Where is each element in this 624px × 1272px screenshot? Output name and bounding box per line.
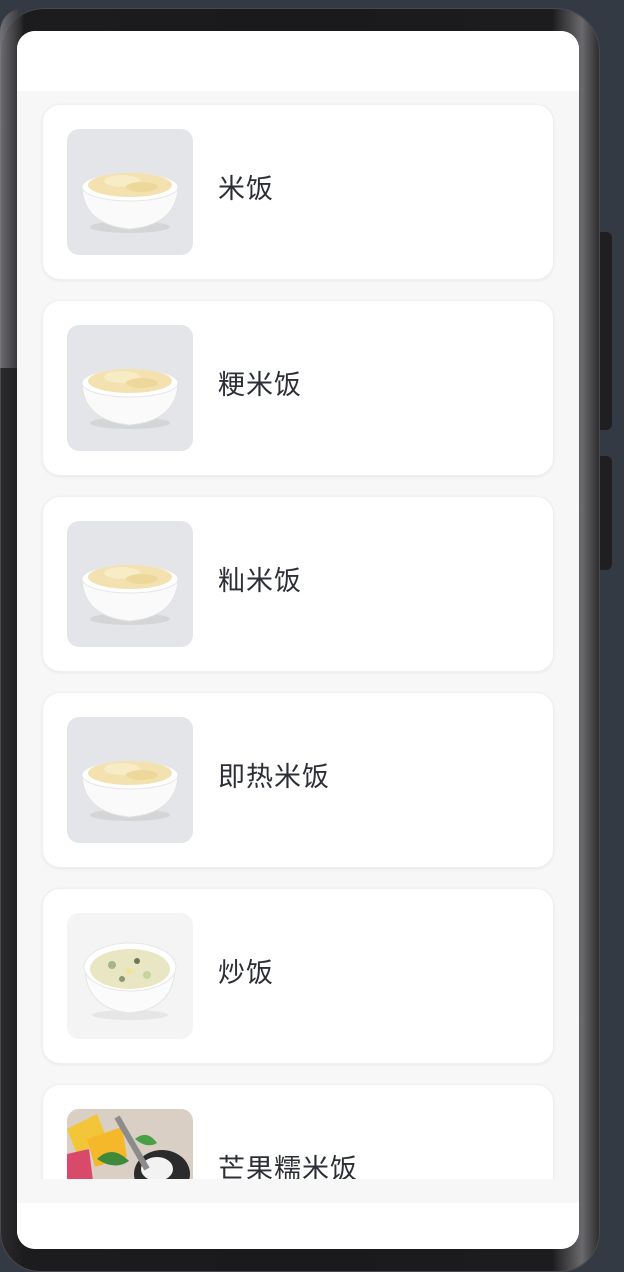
top-bar [17, 31, 579, 91]
food-card[interactable]: 芒果糯米饭 [42, 1084, 554, 1179]
list-bottom-spacer [17, 1179, 579, 1203]
rice-bowl-image [67, 717, 193, 843]
food-card[interactable]: 即热米饭 [42, 692, 554, 868]
power-button [600, 456, 612, 570]
mango-sticky-rice-image [67, 1109, 193, 1179]
rice-bowl-image [67, 325, 193, 451]
bottom-bar [17, 1203, 579, 1249]
food-list: 米饭 粳米饭 籼米饭 即热米饭 炒饭 芒果糯米饭 [42, 104, 554, 1179]
food-label: 芒果糯米饭 [218, 1154, 358, 1179]
food-card[interactable]: 籼米饭 [42, 496, 554, 672]
food-label: 炒饭 [218, 958, 274, 989]
food-label: 粳米饭 [218, 370, 302, 401]
app-screen: 米饭 粳米饭 籼米饭 即热米饭 炒饭 芒果糯米饭 [17, 31, 579, 1249]
volume-button [600, 232, 612, 430]
food-card[interactable]: 炒饭 [42, 888, 554, 1064]
food-card[interactable]: 粳米饭 [42, 300, 554, 476]
food-label: 即热米饭 [218, 762, 330, 793]
rice-bowl-image [67, 129, 193, 255]
food-list-container[interactable]: 米饭 粳米饭 籼米饭 即热米饭 炒饭 芒果糯米饭 [17, 91, 579, 1179]
rice-bowl-image [67, 521, 193, 647]
fried-rice-image [67, 913, 193, 1039]
food-label: 籼米饭 [218, 566, 302, 597]
food-card[interactable]: 米饭 [42, 104, 554, 280]
food-label: 米饭 [218, 174, 274, 205]
